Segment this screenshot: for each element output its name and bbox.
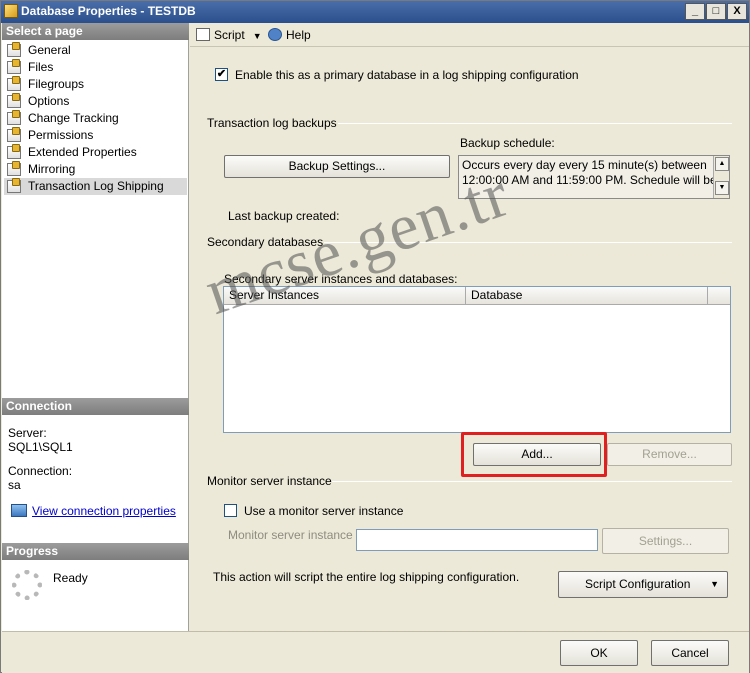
database-properties-window: Database Properties - TESTDB _ □ X Selec… (0, 0, 750, 673)
schedule-scrollbar[interactable]: ▲ ▼ (713, 156, 729, 198)
script-note: This action will script the entire log s… (213, 570, 520, 584)
server-value: SQL1\SQL1 (8, 440, 73, 454)
help-icon (268, 28, 282, 41)
transaction-log-backups-title: Transaction log backups (207, 116, 337, 130)
script-configuration-label: Script Configuration (585, 577, 691, 591)
title-bar[interactable]: Database Properties - TESTDB _ □ X (1, 1, 749, 23)
scroll-up-icon[interactable]: ▲ (715, 157, 729, 171)
left-pane: Select a page General Files Filegroups O… (2, 23, 189, 631)
column-database[interactable]: Database (466, 287, 708, 305)
property-page-icon (7, 110, 21, 125)
use-monitor-checkbox[interactable] (224, 504, 237, 517)
script-label: Script (214, 28, 245, 42)
page-item-label: General (28, 43, 71, 57)
page-item-label: Files (28, 60, 54, 74)
chevron-down-icon[interactable]: ▼ (253, 31, 262, 41)
maximize-button[interactable]: □ (706, 3, 726, 20)
connection-label: Connection: (8, 464, 73, 478)
toolbar: Script ▼ Help (190, 23, 749, 47)
dialog-footer: OK Cancel (2, 631, 749, 673)
view-connection-row: View connection properties (11, 504, 176, 518)
page-item-extended-properties[interactable]: Extended Properties (4, 144, 187, 161)
help-button[interactable]: Help (268, 27, 311, 43)
remove-secondary-button: Remove... (607, 443, 732, 466)
log-shipping-page: ✔ Enable this as a primary database in a… (190, 48, 749, 631)
page-item-files[interactable]: Files (4, 59, 187, 76)
column-extra (708, 287, 730, 305)
page-item-transaction-log-shipping[interactable]: Transaction Log Shipping (4, 178, 187, 195)
monitor-instance-label: Monitor server instance (228, 528, 353, 542)
ok-button[interactable]: OK (560, 640, 638, 666)
secondary-databases-grid[interactable]: Server Instances Database (223, 286, 731, 433)
backup-schedule-label: Backup schedule: (460, 136, 555, 150)
page-item-filegroups[interactable]: Filegroups (4, 76, 187, 93)
backup-schedule-line: Occurs every day every 15 minute(s) betw… (462, 158, 707, 172)
property-page-icon (7, 127, 21, 142)
page-item-label: Options (28, 94, 70, 108)
script-configuration-button[interactable]: Script Configuration ▼ (558, 571, 728, 598)
scroll-down-icon[interactable]: ▼ (715, 181, 729, 195)
page-item-label: Extended Properties (28, 145, 137, 159)
page-list: General Files Filegroups Options Change … (4, 42, 187, 195)
property-page-icon (7, 93, 21, 108)
property-page-icon (7, 42, 21, 57)
script-button[interactable]: Script ▼ (196, 27, 262, 43)
select-page-header: Select a page (2, 23, 189, 40)
page-item-general[interactable]: General (4, 42, 187, 59)
page-item-mirroring[interactable]: Mirroring (4, 161, 187, 178)
progress-header: Progress (2, 543, 189, 560)
monitor-settings-button: Settings... (602, 528, 729, 554)
property-page-icon (7, 144, 21, 159)
group-divider (338, 123, 732, 124)
monitor-server-title: Monitor server instance (207, 474, 332, 488)
close-button[interactable]: X (727, 3, 747, 20)
chevron-down-icon[interactable]: ▼ (710, 572, 719, 597)
page-item-options[interactable]: Options (4, 93, 187, 110)
window-title: Database Properties - TESTDB (21, 4, 196, 18)
monitor-instance-input[interactable] (356, 529, 598, 551)
backup-settings-button[interactable]: Backup Settings... (224, 155, 450, 178)
page-item-label: Change Tracking (28, 111, 119, 125)
progress-spinner-icon (12, 570, 42, 600)
highlight-box (461, 432, 607, 477)
database-icon (4, 4, 18, 18)
script-icon (196, 28, 210, 41)
view-connection-properties-link[interactable]: View connection properties (32, 504, 176, 518)
page-item-change-tracking[interactable]: Change Tracking (4, 110, 187, 127)
minimize-button[interactable]: _ (685, 3, 705, 20)
page-item-label: Mirroring (28, 162, 76, 176)
page-item-permissions[interactable]: Permissions (4, 127, 187, 144)
page-item-label: Transaction Log Shipping (28, 179, 164, 193)
page-item-label: Permissions (28, 128, 94, 142)
cancel-button[interactable]: Cancel (651, 640, 729, 666)
server-label: Server: (8, 426, 47, 440)
group-divider (332, 481, 732, 482)
property-page-icon (7, 59, 21, 74)
connection-properties-icon (11, 504, 27, 517)
property-page-icon (7, 76, 21, 91)
enable-primary-checkbox[interactable]: ✔ (215, 68, 228, 81)
help-label: Help (286, 28, 311, 42)
property-page-icon (7, 178, 21, 193)
connection-header: Connection (2, 398, 189, 415)
connection-value: sa (8, 478, 21, 492)
page-item-label: Filegroups (28, 77, 85, 91)
property-page-icon (7, 161, 21, 176)
enable-primary-label: Enable this as a primary database in a l… (235, 68, 579, 82)
use-monitor-label: Use a monitor server instance (244, 504, 404, 518)
progress-status: Ready (53, 571, 88, 585)
